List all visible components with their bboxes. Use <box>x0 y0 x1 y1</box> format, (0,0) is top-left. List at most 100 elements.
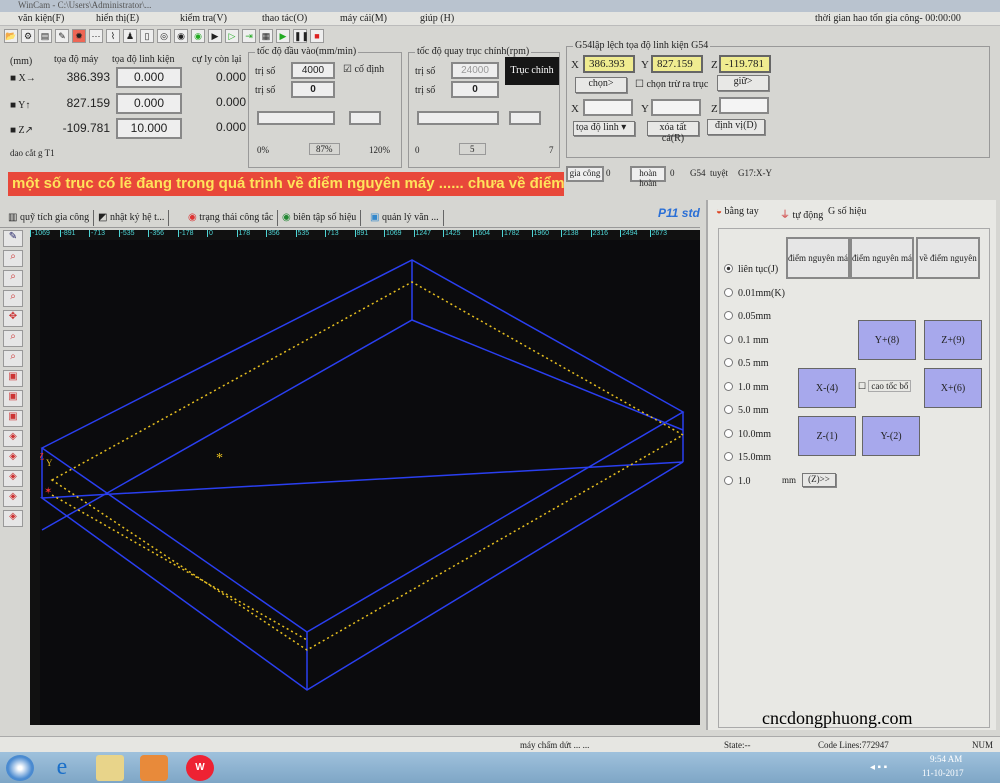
work-x-field[interactable]: 0.000 <box>116 67 182 88</box>
tab-log[interactable]: ◩ nhật ký hệ t... <box>94 210 170 226</box>
work-y-field[interactable]: 0.000 <box>116 93 182 114</box>
doc-icon[interactable]: ▤ <box>38 29 52 43</box>
clip-icon[interactable]: ▯ <box>140 29 154 43</box>
menu-view[interactable]: hiển thị(E) <box>96 13 139 24</box>
pause-icon[interactable]: ❚❚ <box>293 29 309 43</box>
choose-button[interactable]: chọn> <box>575 77 627 93</box>
pan-icon[interactable]: ✥ <box>3 310 23 327</box>
home-button-1[interactable]: điểm nguyên máy <box>786 237 850 279</box>
tool-icon[interactable]: ⚙ <box>21 29 35 43</box>
sim-icon[interactable]: ◎ <box>157 29 171 43</box>
coord-select[interactable]: tọa độ linh ▾ <box>573 121 635 136</box>
spindle-slider-value[interactable] <box>509 111 541 125</box>
play-icon[interactable]: ▶ <box>208 29 222 43</box>
offset-y-field[interactable]: 827.159 <box>651 55 703 73</box>
fixed-checkbox[interactable]: ☑ cố định <box>343 64 384 75</box>
save-button[interactable]: giữ> <box>717 75 769 91</box>
tray-icons[interactable]: ◂ ▪ ▪ <box>870 762 887 773</box>
fast-checkbox[interactable]: ☐ cao tốc bổ <box>858 380 912 392</box>
feed-slider[interactable] <box>257 111 335 125</box>
view-iso3-icon[interactable]: ◈ <box>3 470 23 487</box>
refresh-icon[interactable]: ◉ <box>191 29 205 43</box>
tab-switch-status[interactable]: ◉ trạng thái công tắc <box>184 210 279 226</box>
jog-y-minus[interactable]: Y-(2) <box>862 416 920 456</box>
home-button-2[interactable]: điểm nguyên máy <box>850 237 914 279</box>
tab-code-edit[interactable]: ◉ biên tập số hiệu <box>278 210 362 226</box>
menu-check[interactable]: kiểm tra(V) <box>180 13 227 24</box>
eraser-icon[interactable]: ✎ <box>3 230 23 247</box>
start-button-icon[interactable] <box>6 755 34 781</box>
z-input[interactable] <box>719 97 769 114</box>
step-radio[interactable]: 10.0mm <box>724 428 771 440</box>
eraser-icon[interactable]: ✎ <box>55 29 69 43</box>
step-radio[interactable]: 0.1 mm <box>724 334 769 346</box>
media-player-icon[interactable] <box>140 755 168 781</box>
menu-machine[interactable]: máy cái(M) <box>340 13 387 24</box>
chart-icon[interactable]: ▦ <box>259 29 273 43</box>
menu-operate[interactable]: thao tác(O) <box>262 13 307 24</box>
view-iso-icon[interactable]: ◈ <box>3 430 23 447</box>
step-radio[interactable]: 5.0 mm <box>724 405 769 416</box>
menu-file[interactable]: văn kiện(F) <box>18 13 64 24</box>
tab-auto[interactable]: ⏚ tự động <box>780 206 823 221</box>
offset-z-field[interactable]: -119.781 <box>719 55 771 73</box>
jog-x-plus[interactable]: X+(6) <box>924 368 982 408</box>
feed-value[interactable]: 4000 <box>291 62 335 79</box>
tab-file-manager[interactable]: ▣ quản lý văn ... <box>366 210 444 226</box>
step-apply-button[interactable]: (Z)>> <box>802 473 836 487</box>
y-input[interactable] <box>651 99 701 116</box>
start-icon[interactable]: ▶ <box>276 29 290 43</box>
menu-help[interactable]: giúp (H) <box>420 13 454 24</box>
x-input[interactable] <box>583 99 633 116</box>
view-top-icon[interactable]: ▣ <box>3 370 23 387</box>
step-radio[interactable]: 0.01mm(K) <box>724 287 785 299</box>
step-radio[interactable]: 1.0 <box>724 475 751 487</box>
tab-manual[interactable]: ◒ bằng tay <box>716 206 759 217</box>
jog-y-plus[interactable]: Y+(8) <box>858 320 916 360</box>
cycle-icon[interactable]: ◉ <box>174 29 188 43</box>
jog-x-minus[interactable]: X-(4) <box>798 368 856 408</box>
spindle-button[interactable]: Trục chính <box>505 57 559 85</box>
zoom-window-icon[interactable]: ⌕ <box>3 350 23 367</box>
spindle-value[interactable]: 24000 <box>451 62 499 79</box>
target-icon[interactable]: ✹ <box>72 29 86 43</box>
wincam-app-icon[interactable]: W <box>186 755 214 781</box>
feed-slider-value[interactable] <box>349 111 381 125</box>
step-radio[interactable]: 1.0 mm <box>724 381 769 393</box>
offset-x-field[interactable]: 386.393 <box>583 55 635 73</box>
home-button-3[interactable]: về điểm nguyên <box>916 237 980 279</box>
step-radio[interactable]: 0.05mm <box>724 311 771 322</box>
path-icon[interactable]: ⌇ <box>106 29 120 43</box>
step-radio[interactable]: liên tục(J) <box>724 264 778 275</box>
step-forward-icon[interactable]: ⇥ <box>242 29 256 43</box>
zoom-fit-icon[interactable]: ⌕ <box>3 330 23 347</box>
stop-icon[interactable]: ■ <box>310 29 324 43</box>
step-radio[interactable]: 0.5 mm <box>724 358 769 369</box>
clear-all-button[interactable]: xóa tất cả(R) <box>647 121 699 144</box>
jog-z-minus[interactable]: Z-(1) <box>798 416 856 456</box>
locate-button[interactable]: định vị(D) <box>707 119 765 135</box>
work-z-field[interactable]: 10.000 <box>116 118 182 139</box>
view-iso2-icon[interactable]: ◈ <box>3 450 23 467</box>
view-iso4-icon[interactable]: ◈ <box>3 490 23 507</box>
grid-icon[interactable]: ⋯ <box>89 29 103 43</box>
jog-z-plus[interactable]: Z+(9) <box>924 320 982 360</box>
step-icon[interactable]: ▷ <box>225 29 239 43</box>
zoom-in-icon[interactable]: ⌕ <box>3 270 23 287</box>
subtract-axis-checkbox[interactable]: ☐ chọn trừ ra trục <box>635 79 708 90</box>
tab-codes[interactable]: G số hiệu <box>828 206 866 217</box>
user-icon[interactable]: ♟ <box>123 29 137 43</box>
spindle-slider[interactable] <box>417 111 499 125</box>
view-iso5-icon[interactable]: ◈ <box>3 510 23 527</box>
step-radio[interactable]: 15.0mm <box>724 452 771 463</box>
toolpath-canvas[interactable]: * Z Y ✶ <box>38 240 700 725</box>
open-icon[interactable]: 📂 <box>4 29 18 43</box>
tab-toolpath[interactable]: ▥ quỹ tích gia công <box>4 210 95 226</box>
ie-icon[interactable]: e <box>48 755 76 781</box>
zoom-icon[interactable]: ⌕ <box>3 250 23 267</box>
explorer-icon[interactable] <box>96 755 124 781</box>
ruler-tick: -178 <box>177 230 208 237</box>
view-front-icon[interactable]: ▣ <box>3 390 23 407</box>
view-side-icon[interactable]: ▣ <box>3 410 23 427</box>
zoom-out-icon[interactable]: ⌕ <box>3 290 23 307</box>
